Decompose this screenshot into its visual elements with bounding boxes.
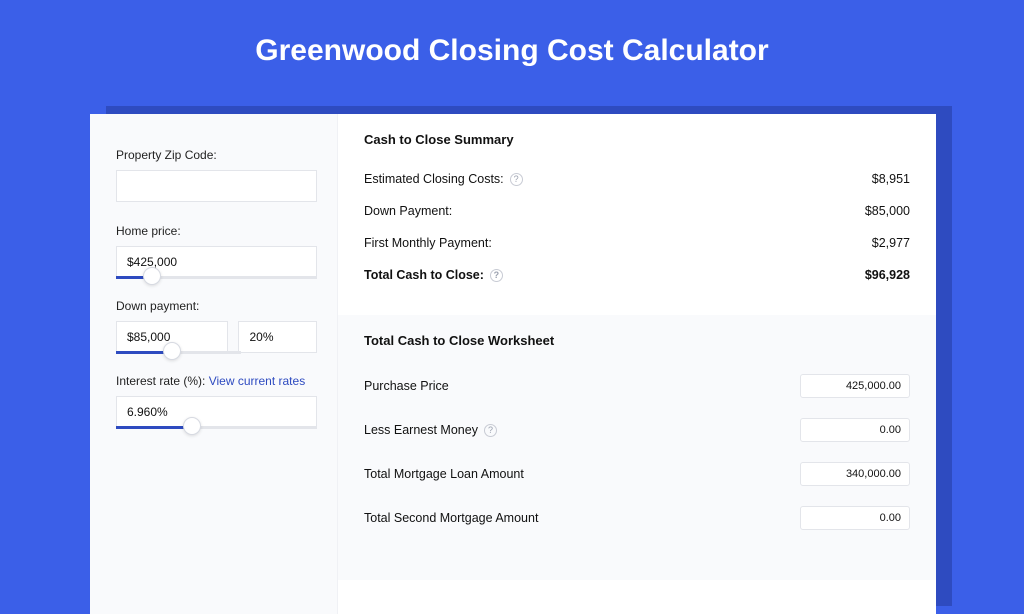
down-payment-pct-input[interactable] — [238, 321, 317, 353]
summary-row-label: Down Payment: — [364, 204, 452, 218]
help-icon[interactable]: ? — [484, 424, 497, 437]
summary-row-total: Total Cash to Close: ? $96,928 — [364, 259, 910, 291]
worksheet-row-label: Purchase Price — [364, 379, 449, 393]
worksheet-row-label: Less Earnest Money — [364, 423, 478, 437]
down-payment-label: Down payment: — [116, 299, 317, 313]
inputs-pane: Property Zip Code: Home price: Down paym… — [90, 114, 338, 614]
worksheet-row-label: Total Second Mortgage Amount — [364, 511, 538, 525]
worksheet-row: Total Second Mortgage Amount — [364, 496, 910, 540]
zip-label: Property Zip Code: — [116, 148, 317, 162]
slider-thumb-icon[interactable] — [163, 342, 181, 360]
slider-thumb-icon[interactable] — [183, 417, 201, 435]
summary-row-value: $96,928 — [865, 268, 910, 282]
summary-row: First Monthly Payment: $2,977 — [364, 227, 910, 259]
worksheet-value-input[interactable] — [800, 418, 910, 442]
summary-pane: Cash to Close Summary Estimated Closing … — [338, 114, 936, 614]
home-price-label: Home price: — [116, 224, 317, 238]
interest-rate-slider[interactable] — [116, 428, 317, 431]
interest-rate-input[interactable] — [116, 396, 317, 428]
interest-rate-label-text: Interest rate (%): — [116, 374, 209, 388]
slider-thumb-icon[interactable] — [143, 267, 161, 285]
view-rates-link[interactable]: View current rates — [209, 374, 306, 388]
home-price-slider[interactable] — [116, 278, 317, 281]
section-divider — [364, 291, 910, 309]
summary-title: Cash to Close Summary — [364, 132, 910, 147]
worksheet-value-input[interactable] — [800, 462, 910, 486]
summary-row-label: Total Cash to Close: — [364, 268, 484, 282]
worksheet-section: Total Cash to Close Worksheet Purchase P… — [338, 315, 936, 580]
summary-row-value: $85,000 — [865, 204, 910, 218]
summary-row: Estimated Closing Costs: ? $8,951 — [364, 163, 910, 195]
summary-row-label: First Monthly Payment: — [364, 236, 492, 250]
worksheet-row: Less Earnest Money ? — [364, 408, 910, 452]
summary-row: Down Payment: $85,000 — [364, 195, 910, 227]
interest-rate-label: Interest rate (%): View current rates — [116, 374, 317, 388]
worksheet-row-label: Total Mortgage Loan Amount — [364, 467, 524, 481]
worksheet-row: Purchase Price — [364, 364, 910, 408]
summary-row-value: $2,977 — [872, 236, 910, 250]
worksheet-value-input[interactable] — [800, 506, 910, 530]
worksheet-row: Total Mortgage Loan Amount — [364, 452, 910, 496]
page-title: Greenwood Closing Cost Calculator — [0, 0, 1024, 96]
calculator-card: Property Zip Code: Home price: Down paym… — [90, 114, 936, 614]
help-icon[interactable]: ? — [490, 269, 503, 282]
worksheet-value-input[interactable] — [800, 374, 910, 398]
worksheet-title: Total Cash to Close Worksheet — [364, 333, 910, 348]
down-payment-slider[interactable] — [116, 353, 241, 356]
zip-input[interactable] — [116, 170, 317, 202]
summary-row-value: $8,951 — [872, 172, 910, 186]
summary-row-label: Estimated Closing Costs: — [364, 172, 504, 186]
help-icon[interactable]: ? — [510, 173, 523, 186]
